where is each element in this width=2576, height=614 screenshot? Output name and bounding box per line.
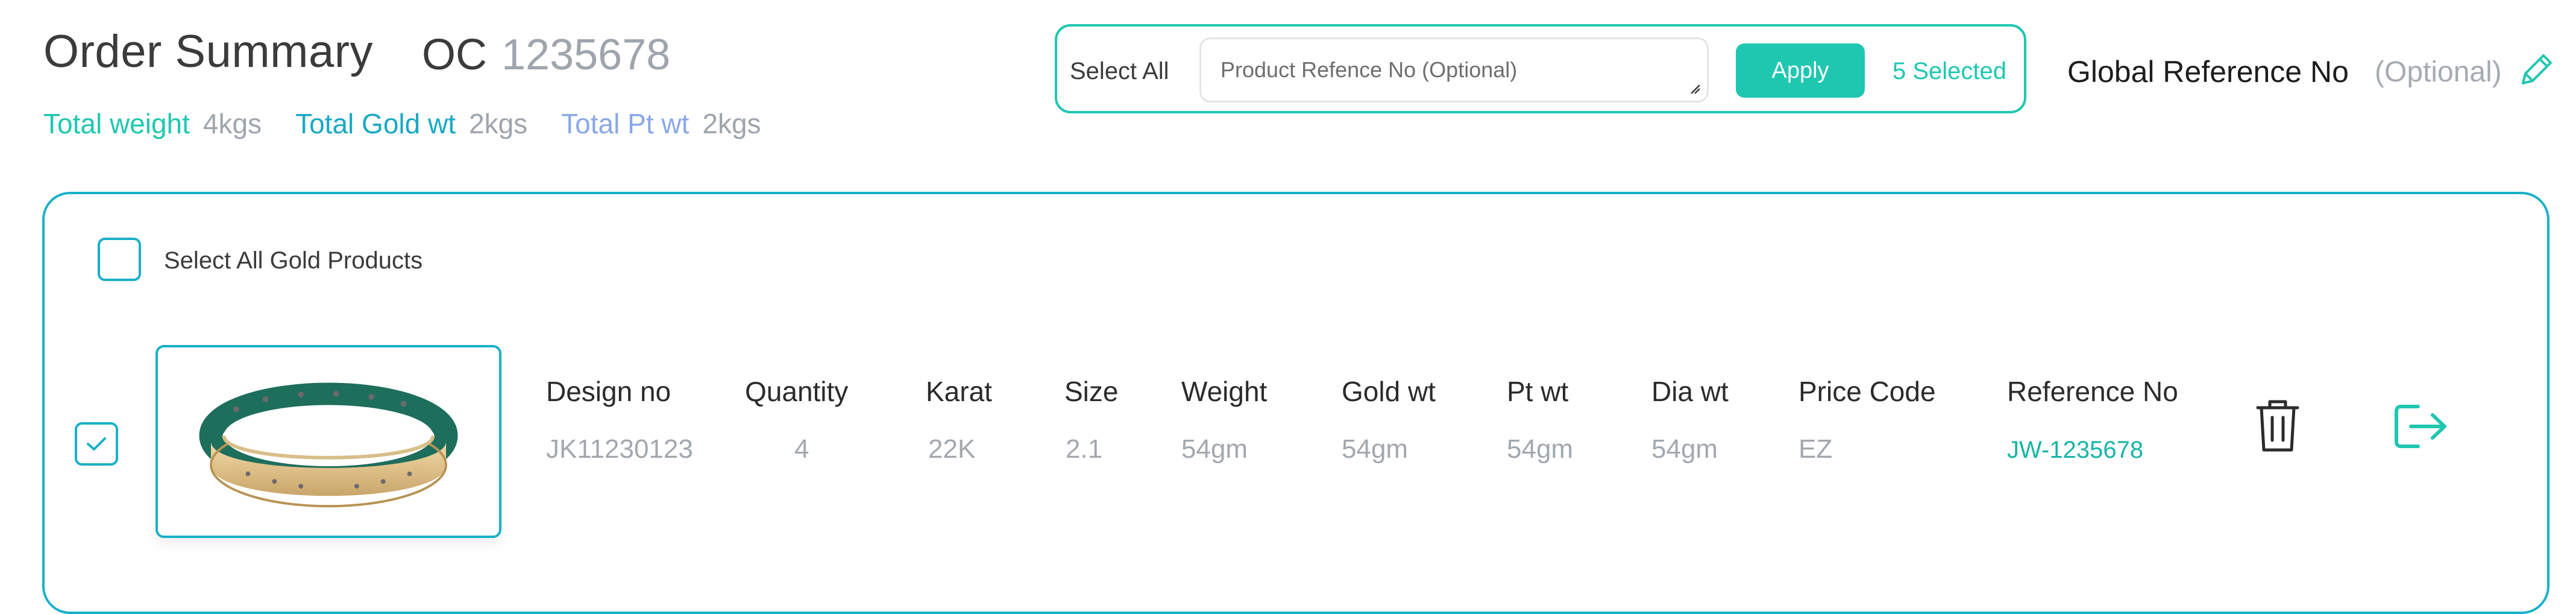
col-design-no: Design no [546,376,671,407]
cell-pt-wt: 54gm [1507,434,1574,464]
order-code-value: 1235678 [501,31,671,79]
col-reference-no: Reference No [2007,376,2178,407]
cell-dia-wt: 54gm [1651,434,1718,464]
col-weight: Weight [1181,376,1268,407]
cell-reference-no[interactable]: JW-1235678 [2007,437,2143,464]
total-gold-wt-value: 2kgs [469,108,528,139]
pencil-icon[interactable] [2517,49,2557,89]
global-reference-label: Global Reference No [2067,55,2349,89]
cell-design-no: JK11230123 [546,434,693,464]
page-title: Order Summary [43,26,374,77]
col-pt-wt: Pt wt [1507,376,1569,407]
col-size: Size [1064,376,1119,407]
product-image[interactable] [156,345,501,538]
weight-summary: Total weight 4kgs Total Gold wt 2kgs Tot… [43,107,795,140]
total-pt-wt-label: Total Pt wt [561,108,690,139]
select-all-gold-checkbox[interactable] [98,238,141,281]
product-row-checkbox[interactable] [75,422,118,466]
cell-quantity: 4 [794,434,809,464]
total-gold-wt-label: Total Gold wt [295,108,456,139]
apply-button[interactable]: Apply [1736,43,1865,98]
select-all-gold-label: Select All Gold Products [164,247,423,274]
order-code-label: OC [422,31,487,79]
col-price-code: Price Code [1798,376,1936,407]
exit-icon[interactable] [2393,402,2449,451]
col-gold-wt: Gold wt [1342,376,1436,407]
cell-weight: 54gm [1181,434,1248,464]
cell-size: 2.1 [1066,434,1103,464]
total-weight-label: Total weight [43,108,190,139]
check-icon [87,437,106,451]
select-all-link[interactable]: Select All [1070,58,1169,85]
selected-count: 5 Selected [1893,58,2007,84]
resize-grip-icon[interactable] [1689,83,1700,94]
col-quantity: Quantity [745,376,849,407]
total-pt-wt-value: 2kgs [702,108,761,139]
global-reference-optional: (Optional) [2375,56,2502,88]
cell-gold-wt: 54gm [1342,434,1409,464]
cell-karat: 22K [928,434,976,464]
col-karat: Karat [926,376,992,407]
bangle-image [199,382,458,508]
col-dia-wt: Dia wt [1651,376,1729,407]
total-weight-value: 4kgs [203,108,262,139]
product-reference-input[interactable] [1199,37,1709,103]
trash-icon[interactable] [2254,398,2301,454]
cell-price-code: EZ [1798,434,1833,464]
